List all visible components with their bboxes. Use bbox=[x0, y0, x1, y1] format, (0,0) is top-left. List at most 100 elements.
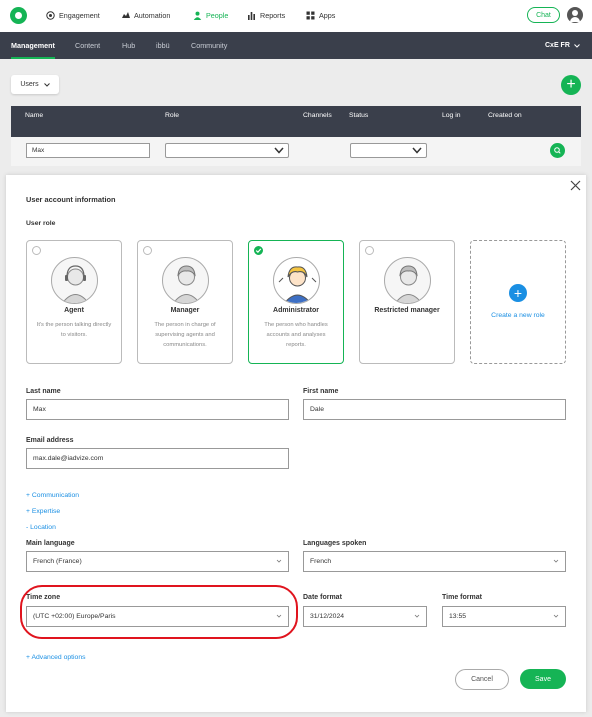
location-link[interactable]: - Location bbox=[26, 524, 56, 531]
tab-content[interactable]: Content bbox=[75, 32, 100, 59]
nav-apps-label: Apps bbox=[319, 11, 336, 20]
col-channels[interactable]: Channels bbox=[303, 111, 332, 121]
person-icon bbox=[193, 11, 202, 20]
role-radio-checked[interactable] bbox=[254, 246, 263, 255]
nav-engagement[interactable]: Engagement bbox=[46, 9, 100, 22]
chevron-down-icon bbox=[412, 147, 422, 154]
status-filter-select[interactable] bbox=[350, 143, 427, 158]
sub-navigation: Management Content Hub ibbü Community Cx… bbox=[0, 32, 592, 59]
date-format-value: 31/12/2024 bbox=[310, 613, 345, 620]
user-role-label: User role bbox=[26, 220, 56, 227]
save-button[interactable]: Save bbox=[520, 669, 566, 689]
first-name-field[interactable]: Dale bbox=[303, 399, 566, 420]
app-logo[interactable] bbox=[10, 7, 27, 24]
role-title: Agent bbox=[64, 307, 84, 314]
chevron-down-icon bbox=[276, 559, 282, 563]
cancel-button[interactable]: Cancel bbox=[455, 669, 509, 690]
nav-reports-label: Reports bbox=[260, 11, 286, 20]
target-icon bbox=[46, 11, 55, 20]
role-title: Administrator bbox=[273, 307, 319, 314]
name-filter-input[interactable]: Max bbox=[26, 143, 150, 158]
communication-link[interactable]: + Communication bbox=[26, 492, 79, 499]
main-language-value: French (France) bbox=[33, 558, 82, 565]
chevron-down-icon bbox=[553, 614, 559, 618]
administrator-avatar-icon bbox=[273, 257, 320, 304]
nav-automation-label: Automation bbox=[134, 11, 171, 20]
chevron-down-icon bbox=[274, 147, 284, 154]
chevron-down-icon bbox=[553, 559, 559, 563]
chevron-down-icon bbox=[574, 43, 580, 48]
tab-ibbu[interactable]: ibbü bbox=[156, 32, 170, 59]
tab-hub[interactable]: Hub bbox=[122, 32, 135, 59]
users-dropdown-label: Users bbox=[20, 81, 39, 88]
role-radio[interactable] bbox=[32, 246, 41, 255]
users-dropdown[interactable]: Users bbox=[11, 75, 59, 94]
role-card-restricted-manager[interactable]: Restricted manager bbox=[359, 240, 455, 364]
role-filter-select[interactable] bbox=[165, 143, 289, 158]
tab-hub-label: Hub bbox=[122, 41, 136, 50]
role-card-agent[interactable]: Agent It's the person talking directly t… bbox=[26, 240, 122, 364]
languages-spoken-label: Languages spoken bbox=[303, 540, 367, 547]
restricted-manager-avatar-icon bbox=[384, 257, 431, 304]
date-format-label: Date format bbox=[303, 594, 342, 601]
last-name-field[interactable]: Max bbox=[26, 399, 289, 420]
date-format-select[interactable]: 31/12/2024 bbox=[303, 606, 427, 627]
role-card-manager[interactable]: Manager The person in charge of supervis… bbox=[137, 240, 233, 364]
nav-automation[interactable]: Automation bbox=[121, 9, 170, 22]
nav-reports[interactable]: Reports bbox=[247, 9, 285, 22]
main-language-label: Main language bbox=[26, 540, 75, 547]
role-radio[interactable] bbox=[365, 246, 374, 255]
role-description: The person who handles accounts and anal… bbox=[264, 322, 328, 348]
last-name-label: Last name bbox=[26, 388, 61, 395]
nav-engagement-label: Engagement bbox=[59, 11, 100, 20]
nav-apps[interactable]: Apps bbox=[306, 9, 335, 22]
col-name[interactable]: Name bbox=[25, 111, 43, 121]
users-table-header: Name Role Channels Status Log in Created… bbox=[11, 106, 581, 137]
chevron-down-icon bbox=[43, 82, 50, 87]
add-user-button[interactable]: + bbox=[561, 75, 581, 95]
advanced-options-link[interactable]: + Advanced options bbox=[26, 654, 86, 661]
language-label: CxE FR bbox=[545, 42, 570, 49]
languages-spoken-value: French bbox=[310, 558, 332, 565]
tab-management[interactable]: Management bbox=[11, 32, 55, 59]
search-button[interactable] bbox=[550, 143, 565, 158]
col-role[interactable]: Role bbox=[165, 111, 179, 121]
create-role-card[interactable]: + Create a new role bbox=[470, 240, 566, 364]
language-selector[interactable]: CxE FR bbox=[545, 32, 580, 59]
col-status[interactable]: Status bbox=[349, 111, 368, 121]
col-log-in[interactable]: Log in bbox=[442, 111, 461, 121]
nav-people[interactable]: People bbox=[193, 9, 228, 22]
time-format-label: Time format bbox=[442, 594, 482, 601]
time-format-value: 13:55 bbox=[449, 613, 467, 620]
time-format-select[interactable]: 13:55 bbox=[442, 606, 566, 627]
expertise-link[interactable]: + Expertise bbox=[26, 508, 60, 515]
top-navigation: Engagement Automation People Reports App… bbox=[0, 0, 592, 32]
col-created-on[interactable]: Created on bbox=[488, 111, 522, 121]
agent-avatar-icon bbox=[51, 257, 98, 304]
first-name-label: First name bbox=[303, 388, 339, 395]
tab-community[interactable]: Community bbox=[191, 32, 227, 59]
email-label: Email address bbox=[26, 437, 74, 444]
role-card-administrator[interactable]: Administrator The person who handles acc… bbox=[248, 240, 344, 364]
user-avatar[interactable] bbox=[567, 7, 583, 23]
tab-community-label: Community bbox=[191, 41, 228, 50]
tab-content-label: Content bbox=[75, 41, 101, 50]
plus-icon: + bbox=[566, 76, 576, 93]
create-role-label: Create a new role bbox=[491, 312, 545, 319]
email-field[interactable]: max.dale@iadvize.com bbox=[26, 448, 289, 469]
highlight-annotation bbox=[20, 585, 298, 639]
languages-spoken-select[interactable]: French bbox=[303, 551, 566, 572]
plus-icon: + bbox=[509, 284, 527, 302]
grid-icon bbox=[306, 11, 315, 20]
chat-button[interactable]: Chat bbox=[527, 7, 560, 23]
tab-ibbu-label: ibbü bbox=[156, 41, 170, 50]
main-language-select[interactable]: French (France) bbox=[26, 551, 289, 572]
manager-avatar-icon bbox=[162, 257, 209, 304]
section-title: User account information bbox=[26, 195, 116, 204]
automation-icon bbox=[121, 11, 130, 20]
role-radio[interactable] bbox=[143, 246, 152, 255]
tab-management-label: Management bbox=[11, 41, 55, 50]
close-icon[interactable] bbox=[570, 180, 581, 191]
role-title: Manager bbox=[170, 307, 200, 314]
check-icon bbox=[255, 248, 262, 254]
